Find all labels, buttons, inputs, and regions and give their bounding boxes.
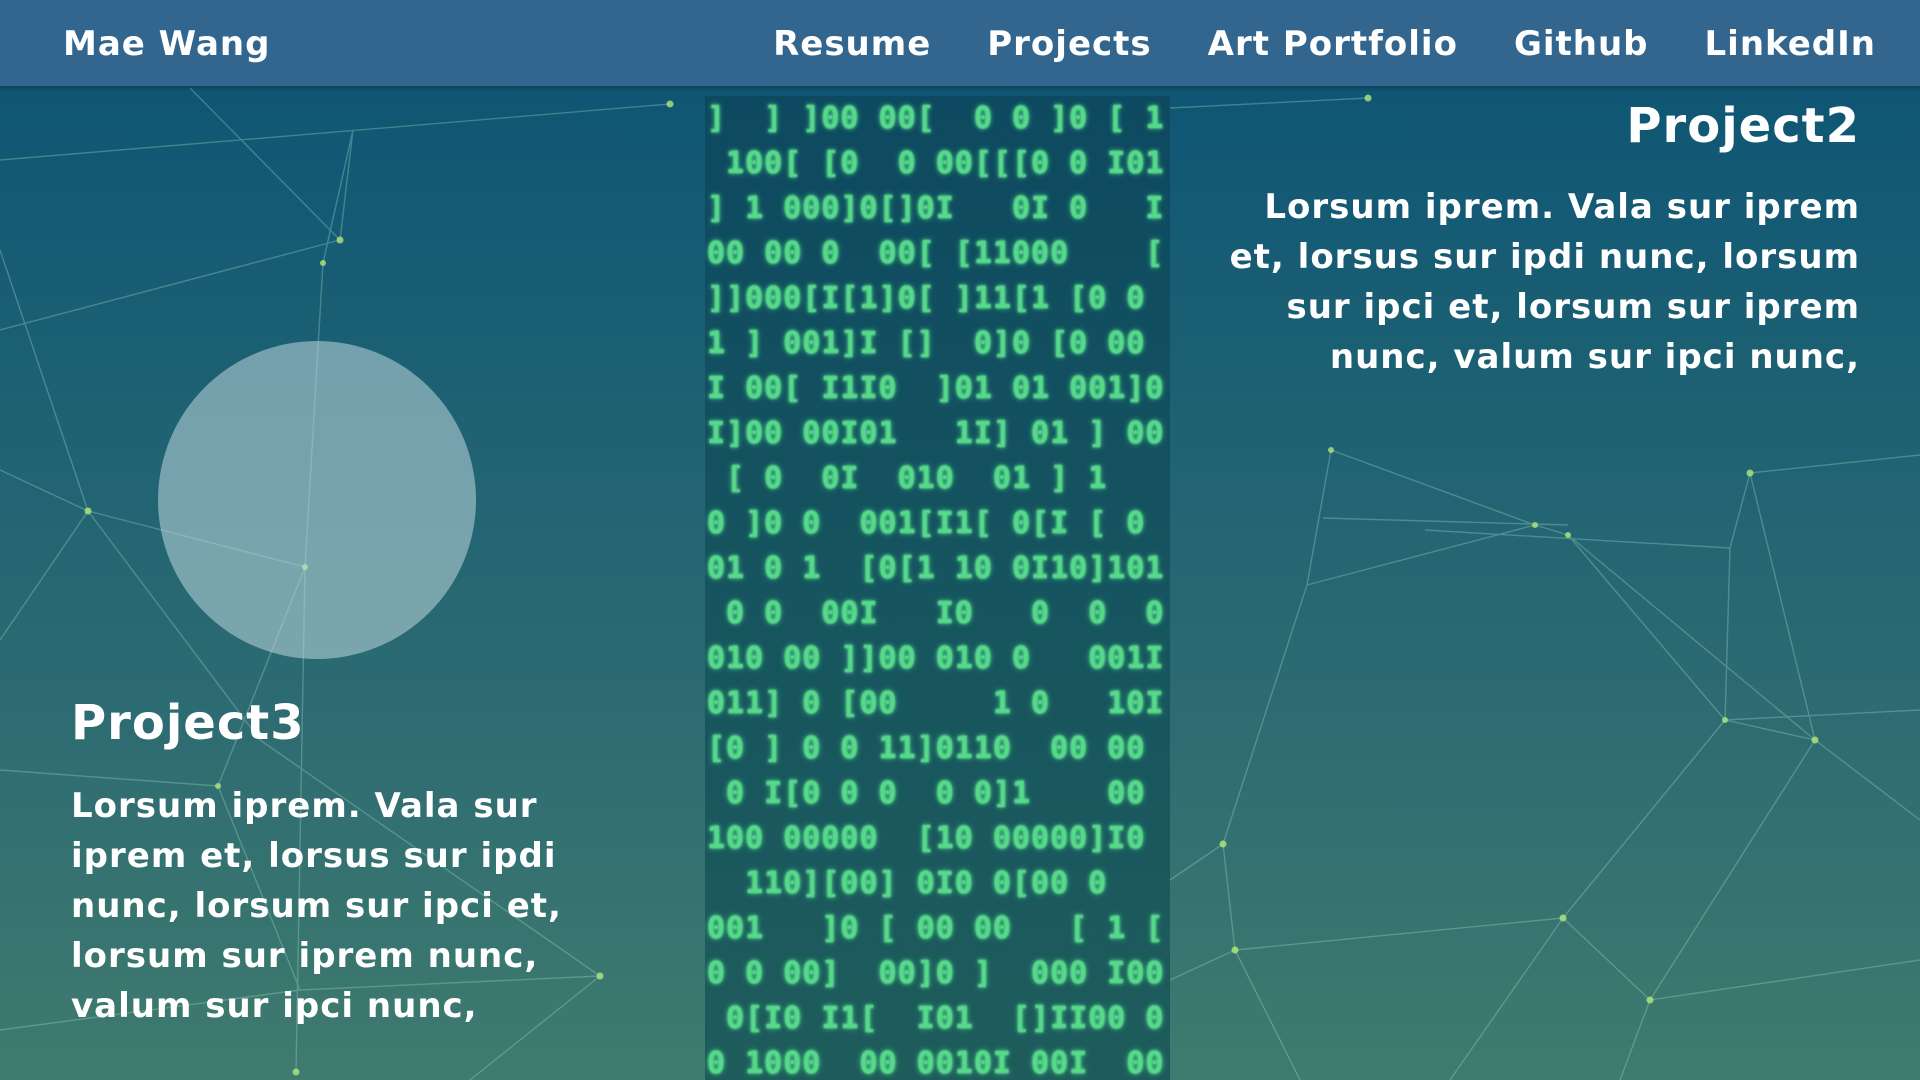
matrix-glyph-row: 01 0 1 [0[1 10 0I10]101 bbox=[707, 551, 1165, 586]
matrix-glyph-rain: ] ] ]00 00[ 0 0 ]0 [ 1 100[ [0 0 00[[[0 … bbox=[705, 96, 1170, 1080]
matrix-glyph-row: 001 ]0 [ 00 00 [ 1 [ bbox=[707, 911, 1165, 946]
nav-link-linkedin[interactable]: LinkedIn bbox=[1705, 24, 1876, 64]
matrix-glyph-row: [ 0 0I 010 01 ] 1 bbox=[707, 461, 1165, 496]
project3-title[interactable]: Project3 bbox=[71, 695, 661, 751]
matrix-glyph-row: 0 1000 00 0010I 00I 00 bbox=[707, 1046, 1165, 1080]
project2-description: Lorsum iprem. Vala sur iprem et, lorsus … bbox=[1229, 187, 1860, 377]
matrix-glyph-row: 110][00] 0I0 0[00 0 bbox=[707, 866, 1165, 901]
matrix-glyph-row: 0[I0 I1[ I01 []II00 0 bbox=[707, 1001, 1165, 1036]
matrix-glyph-row: I]00 00I01 1I] 01 ] 00 bbox=[707, 416, 1165, 451]
nav-link-github[interactable]: Github bbox=[1514, 24, 1649, 64]
brand-link[interactable]: Mae Wang bbox=[63, 24, 270, 64]
project2-title[interactable]: Project2 bbox=[1220, 98, 1860, 154]
nav-link-resume[interactable]: Resume bbox=[773, 24, 931, 64]
top-navigation-bar: Mae Wang Resume Projects Art Portfolio G… bbox=[0, 0, 1920, 86]
matrix-code-image: ] ] ]00 00[ 0 0 ]0 [ 1 100[ [0 0 00[[[0 … bbox=[705, 96, 1170, 1080]
matrix-glyph-row: 0 ]0 0 001[I1[ 0[I [ 0 bbox=[707, 506, 1165, 541]
nav-link-art-portfolio[interactable]: Art Portfolio bbox=[1208, 24, 1458, 64]
project3-description: Lorsum iprem. Vala sur iprem et, lorsus … bbox=[71, 786, 562, 1026]
matrix-glyph-row: [0 ] 0 0 11]0110 00 00 bbox=[707, 731, 1165, 766]
matrix-glyph-row: ] ] ]00 00[ 0 0 ]0 [ 1 bbox=[707, 101, 1165, 136]
matrix-glyph-row: 0 0 00] 00]0 ] 000 I00 bbox=[707, 956, 1165, 991]
matrix-glyph-row: 011] 0 [00 1 0 10I bbox=[707, 686, 1165, 721]
matrix-glyph-row: I 00[ I1I0 ]01 01 001]0 bbox=[707, 371, 1165, 406]
matrix-glyph-row: 100[ [0 0 00[[[0 0 I01 bbox=[707, 146, 1165, 181]
project2-section: Project2 Lorsum iprem. Vala sur iprem et… bbox=[1220, 98, 1860, 382]
matrix-glyph-row: 1 ] 001]I [] 0]0 [0 00 bbox=[707, 326, 1165, 361]
project3-section: Project3 Lorsum iprem. Vala sur iprem et… bbox=[71, 695, 661, 1031]
matrix-glyph-row: 100 00000 [10 00000]I0 bbox=[707, 821, 1165, 856]
matrix-glyph-row: 010 00 ]]00 010 0 001I bbox=[707, 641, 1165, 676]
main-nav: Resume Projects Art Portfolio Github Lin… bbox=[773, 24, 1876, 64]
matrix-glyph-row: ] 1 000]0[]0I 0I 0 I bbox=[707, 191, 1165, 226]
matrix-glyph-row: 0 I[0 0 0 0 0]1 00 bbox=[707, 776, 1165, 811]
project-circle-image bbox=[158, 341, 476, 659]
matrix-glyph-row: ]]000[I[1]0[ ]11[1 [0 0 bbox=[707, 281, 1165, 316]
matrix-glyph-row: 0 0 00I I0 0 0 0 bbox=[707, 596, 1165, 631]
nav-link-projects[interactable]: Projects bbox=[987, 24, 1151, 64]
matrix-glyph-row: 00 00 0 00[ [11000 [ bbox=[707, 236, 1165, 271]
